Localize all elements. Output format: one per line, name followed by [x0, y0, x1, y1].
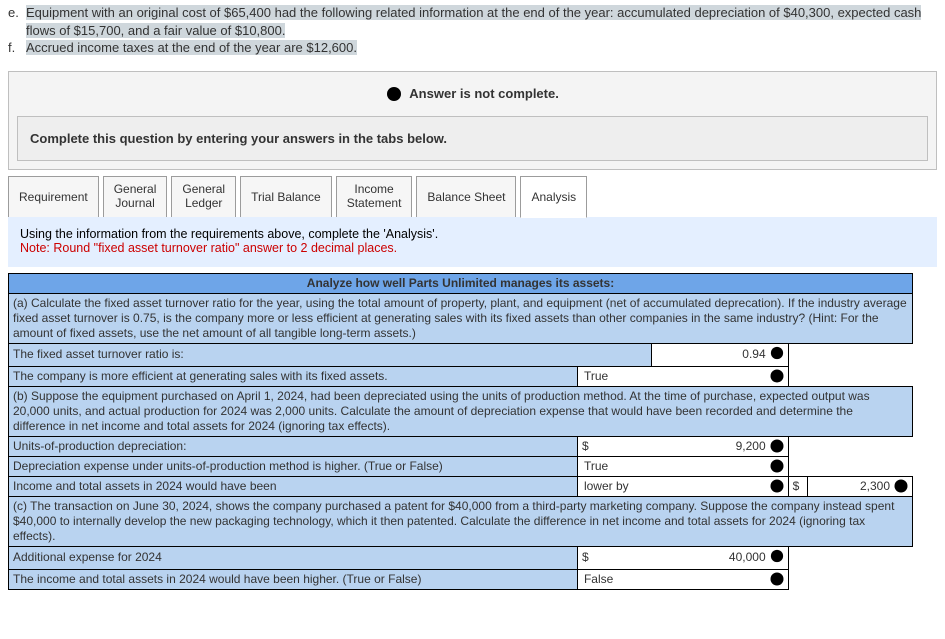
intro-block: e. Equipment with an original cost of $6…	[0, 0, 945, 65]
cell-turnover-ratio[interactable]: 0.94	[651, 343, 788, 366]
item-e-marker: e.	[8, 4, 26, 39]
label-income-assets: Income and total assets in 2024 would ha…	[9, 476, 578, 496]
check-icon	[770, 439, 784, 453]
check-icon	[770, 369, 784, 383]
row-income-higher: The income and total assets in 2024 woul…	[9, 569, 913, 589]
row-income-assets: Income and total assets in 2024 would ha…	[9, 476, 913, 496]
section-b-text: (b) Suppose the equipment purchased on A…	[9, 386, 913, 436]
currency-symbol: $	[582, 550, 598, 565]
item-f-text: Accrued income taxes at the end of the y…	[26, 39, 357, 57]
table-header: Analyze how well Parts Unlimited manages…	[9, 273, 913, 293]
wrong-icon	[770, 549, 784, 567]
value-more-efficient: True	[582, 369, 770, 384]
error-icon	[386, 86, 402, 102]
cell-depr-higher[interactable]: True	[577, 456, 788, 476]
label-more-efficient: The company is more efficient at generat…	[9, 366, 578, 386]
check-icon	[770, 459, 784, 473]
question-panel: Answer is not complete. Complete this qu…	[8, 71, 937, 171]
cell-additional-expense[interactable]: $ 40,000	[577, 546, 788, 569]
tab-row: Requirement GeneralJournal GeneralLedger…	[8, 176, 937, 218]
instruction-box: Complete this question by entering your …	[17, 116, 928, 161]
answer-status-text: Answer is not complete.	[409, 86, 559, 101]
row-turnover-ratio: The fixed asset turnover ratio is: 0.94	[9, 343, 913, 366]
value-income-assets: 2,300	[812, 479, 894, 494]
currency-symbol: $	[582, 439, 598, 454]
currency-symbol: $	[788, 476, 807, 496]
tab-content-analysis: Using the information from the requireme…	[8, 217, 937, 267]
cell-units-depr[interactable]: $ 9,200	[577, 436, 788, 456]
label-additional-expense: Additional expense for 2024	[9, 546, 578, 569]
tabs-container: Requirement GeneralJournal GeneralLedger…	[8, 176, 937, 267]
check-icon	[770, 572, 784, 586]
tab-requirement[interactable]: Requirement	[8, 176, 99, 218]
value-turnover-ratio: 0.94	[656, 347, 770, 362]
cell-income-assets-val[interactable]: 2,300	[807, 476, 912, 496]
tab-income-statement[interactable]: IncomeStatement	[336, 176, 413, 218]
item-f-marker: f.	[8, 39, 26, 57]
instruction-text: Complete this question by entering your …	[30, 131, 447, 146]
wrong-icon	[770, 346, 784, 364]
tab-general-ledger[interactable]: GeneralLedger	[171, 176, 236, 218]
prompt-line-1: Using the information from the requireme…	[20, 227, 925, 241]
prompt-line-2: Note: Round "fixed asset turnover ratio"…	[20, 241, 925, 255]
section-a-text: (a) Calculate the fixed asset turnover r…	[9, 293, 913, 343]
analysis-table-wrap: Analyze how well Parts Unlimited manages…	[8, 273, 937, 590]
check-icon	[770, 479, 784, 493]
value-additional-expense: 40,000	[598, 550, 766, 565]
cell-more-efficient[interactable]: True	[577, 366, 788, 386]
value-income-assets-drop: lower by	[582, 479, 770, 494]
value-units-depr: 9,200	[598, 439, 766, 454]
cell-income-higher[interactable]: False	[577, 569, 788, 589]
check-icon	[894, 479, 908, 493]
label-income-higher: The income and total assets in 2024 woul…	[9, 569, 578, 589]
value-depr-higher: True	[582, 459, 770, 474]
label-depr-higher: Depreciation expense under units-of-prod…	[9, 456, 578, 476]
row-depr-higher: Depreciation expense under units-of-prod…	[9, 456, 913, 476]
label-units-depr: Units-of-production depreciation:	[9, 436, 578, 456]
row-more-efficient: The company is more efficient at generat…	[9, 366, 913, 386]
analysis-table: Analyze how well Parts Unlimited manages…	[8, 273, 913, 590]
row-additional-expense: Additional expense for 2024 $ 40,000	[9, 546, 913, 569]
tab-balance-sheet[interactable]: Balance Sheet	[416, 176, 516, 218]
section-c-text: (c) The transaction on June 30, 2024, sh…	[9, 496, 913, 546]
tab-general-journal[interactable]: GeneralJournal	[103, 176, 168, 218]
cell-income-assets-drop[interactable]: lower by	[577, 476, 788, 496]
label-turnover-ratio: The fixed asset turnover ratio is:	[9, 343, 652, 366]
tab-analysis[interactable]: Analysis	[520, 176, 587, 218]
value-income-higher: False	[582, 572, 770, 587]
answer-status: Answer is not complete.	[9, 72, 936, 109]
tab-trial-balance[interactable]: Trial Balance	[240, 176, 332, 218]
item-e-text: Equipment with an original cost of $65,4…	[26, 4, 937, 39]
row-units-depr: Units-of-production depreciation: $ 9,20…	[9, 436, 913, 456]
